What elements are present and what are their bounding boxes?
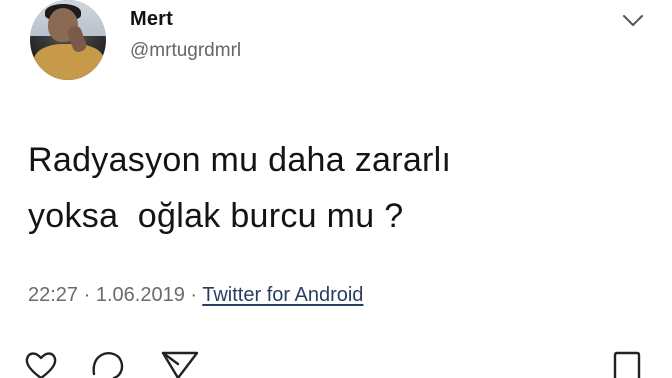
meta-separator: ·: [184, 284, 203, 306]
heart-icon[interactable]: [24, 350, 58, 378]
tweet-date: 1.06.2019: [95, 284, 185, 306]
avatar[interactable]: [30, 0, 106, 80]
author-handle[interactable]: @mrtugrdmrl: [130, 40, 241, 62]
chevron-down-icon[interactable]: [622, 12, 644, 30]
meta-separator: ·: [78, 284, 96, 306]
comment-icon[interactable]: [90, 350, 126, 378]
tweet-meta: 22:27 · 1.06.2019 · Twitter for Android: [28, 284, 363, 307]
bookmark-icon[interactable]: [612, 350, 642, 378]
tweet-text: Radyasyon mu daha zararlı yoksa oğlak bu…: [28, 141, 452, 235]
action-bar: [0, 350, 672, 378]
tweet-source-link[interactable]: Twitter for Android: [202, 284, 363, 306]
avatar-shirt: [34, 44, 104, 80]
tweet-time: 22:27: [28, 284, 79, 306]
author-name[interactable]: Mert: [130, 8, 173, 31]
send-icon[interactable]: [160, 350, 200, 378]
